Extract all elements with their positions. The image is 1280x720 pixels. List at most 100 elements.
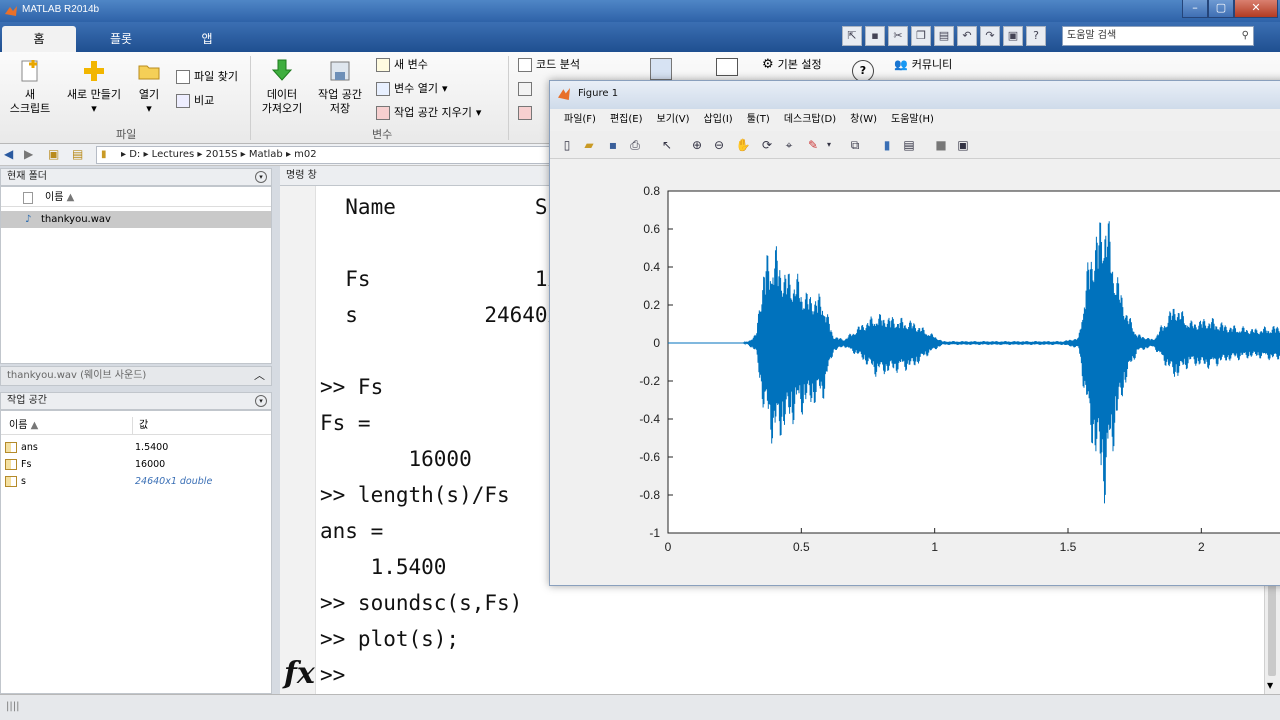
new-script-button[interactable]: 새 스크립트 — [6, 58, 54, 116]
table-row[interactable]: ans 1.5400 — [3, 439, 269, 456]
minimize-button[interactable]: – — [1182, 0, 1208, 18]
figure-title-bar[interactable]: Figure 1 — [550, 81, 1280, 109]
import-data-button[interactable]: 데이터 가져오기 — [258, 58, 306, 116]
path-segment[interactable]: Lectures — [152, 149, 195, 160]
save-workspace-button[interactable]: 작업 공간 저장 — [312, 58, 368, 116]
new-script-label-2: 스크립트 — [9, 102, 51, 115]
chevron-down-icon: ▾ — [441, 82, 448, 95]
menu-edit[interactable]: 편집(E) — [604, 109, 651, 131]
help-button[interactable]: ? — [852, 60, 874, 82]
open-file-icon[interactable]: ▰ — [580, 136, 598, 154]
legend-icon[interactable]: ▤ — [900, 136, 918, 154]
find-files-button[interactable]: 파일 찾기 — [176, 70, 238, 84]
list-item[interactable]: ♪ thankyou.wav — [1, 211, 271, 228]
y-tick-label: 0.4 — [643, 260, 660, 274]
zoom-in-icon[interactable]: ⊕ — [688, 136, 706, 154]
pan-hand-icon[interactable]: ✋ — [734, 136, 752, 154]
y-tick-label: 0.2 — [643, 298, 660, 312]
switch-windows-icon[interactable]: ▣ — [1003, 26, 1023, 46]
colorbar-icon[interactable]: ▮ — [878, 136, 896, 154]
save-workspace-icon — [330, 61, 350, 81]
scroll-down-icon[interactable]: ▼ — [1267, 681, 1273, 690]
data-cursor-icon[interactable]: ⌖ — [780, 136, 798, 154]
print-icon[interactable]: ⎙ — [626, 136, 644, 154]
function-browser-icon[interactable]: fx — [284, 656, 315, 691]
back-icon[interactable]: ◀ — [4, 147, 13, 161]
new-variable-button[interactable]: 새 변수 — [376, 58, 428, 72]
tab-home[interactable]: 홈 — [2, 26, 76, 52]
menu-help[interactable]: 도움말(H) — [885, 109, 942, 131]
menu-view[interactable]: 보기(V) — [651, 109, 698, 131]
panel-menu-icon[interactable]: ▾ — [255, 395, 267, 407]
clear-commands-button[interactable] — [518, 106, 532, 120]
run-time-button[interactable] — [518, 82, 532, 96]
menu-window[interactable]: 창(W) — [844, 109, 885, 131]
maximize-button[interactable]: ▢ — [1208, 0, 1234, 18]
copy-icon[interactable]: ❐ — [911, 26, 931, 46]
zoom-out-icon[interactable]: ⊖ — [710, 136, 728, 154]
shortcut-icon[interactable]: ⇱ — [842, 26, 862, 46]
forward-icon[interactable]: ▶ — [24, 147, 33, 161]
rotate-3d-icon[interactable]: ⟳ — [758, 136, 776, 154]
path-segment[interactable]: D: — [129, 149, 140, 160]
command-prompt[interactable]: >> — [320, 664, 358, 686]
save-icon[interactable]: ▪ — [604, 136, 622, 154]
paste-icon[interactable]: ▤ — [934, 26, 954, 46]
analyze-code-button[interactable]: 코드 분석 — [518, 58, 580, 72]
community-button[interactable]: 👥 커뮤니티 — [894, 58, 952, 72]
chevron-down-icon[interactable]: ▾ — [820, 136, 838, 154]
help-icon[interactable]: ? — [1026, 26, 1046, 46]
chevron-up-icon[interactable]: ︿ — [254, 367, 265, 385]
path-segment[interactable]: Matlab — [249, 149, 283, 160]
column-header-name[interactable]: 이름 ▲ — [1, 189, 271, 207]
column-header-name[interactable]: 이름 ▲ — [1, 417, 133, 435]
redo-icon[interactable]: ↷ — [980, 26, 1000, 46]
resize-grip-icon: |||| — [6, 701, 20, 712]
new-figure-icon[interactable]: ▯ — [558, 136, 576, 154]
link-plot-icon[interactable]: ⧉ — [846, 136, 864, 154]
preferences-button[interactable]: ⚙ 기본 설정 — [762, 58, 822, 72]
figure-window[interactable]: Figure 1 파일(F) 편집(E) 보기(V) 삽입(I) 툴(T) 데스… — [549, 80, 1280, 586]
path-arrow-icon: ▸ — [143, 149, 152, 160]
menu-insert[interactable]: 삽입(I) — [698, 109, 741, 131]
table-row[interactable]: s 24640x1 double — [3, 473, 269, 490]
open-button[interactable]: 열기 ▾ — [130, 58, 168, 116]
pointer-icon[interactable]: ↖ — [658, 136, 676, 154]
save-icon[interactable]: ▪ — [865, 26, 885, 46]
open-variable-label: 변수 열기 — [394, 82, 438, 95]
y-tick-label: -0.6 — [639, 450, 660, 464]
tab-plots[interactable]: 플롯 — [80, 26, 162, 52]
layout-icon — [716, 58, 738, 76]
panel-menu-icon[interactable]: ▾ — [255, 171, 267, 183]
undo-icon[interactable]: ↶ — [957, 26, 977, 46]
figure-canvas[interactable]: -1 -0.8 -0.6 -0.4 -0.2 0 0.2 0.4 0.6 0.8 0 0.5 1 1.5 2 — [550, 159, 1280, 585]
search-input[interactable]: 도움말 검색 ⚲ — [1062, 26, 1254, 46]
simulink-button[interactable] — [650, 58, 672, 80]
clear-workspace-button[interactable]: 작업 공간 지우기 ▾ — [376, 106, 481, 120]
path-segment[interactable]: m02 — [294, 149, 316, 160]
column-header-value[interactable]: 값 — [133, 417, 271, 435]
matlab-logo-icon — [5, 6, 17, 16]
hide-plot-tools-icon[interactable]: ■ — [932, 136, 950, 154]
menu-file[interactable]: 파일(F) — [558, 109, 604, 131]
table-row[interactable]: Fs 16000 — [3, 456, 269, 473]
variable-value: 1.5400 — [135, 442, 169, 453]
layout-button[interactable] — [716, 58, 738, 76]
cut-icon[interactable]: ✂ — [888, 26, 908, 46]
variable-name: Fs — [21, 459, 32, 470]
gear-icon: ⚙ — [762, 57, 774, 72]
show-plot-tools-icon[interactable]: ▣ — [954, 136, 972, 154]
browse-folder-icon[interactable]: ▤ — [72, 147, 83, 161]
menu-tools[interactable]: 툴(T) — [741, 109, 778, 131]
new-button[interactable]: 새로 만들기 ▾ — [62, 58, 126, 116]
open-variable-icon — [376, 82, 390, 96]
current-folder-path[interactable]: ▮ ▸ D: ▸ Lectures ▸ 2015S ▸ Matlab ▸ m02 — [96, 146, 556, 164]
menu-desktop[interactable]: 데스크탑(D) — [778, 109, 844, 131]
close-button[interactable]: ✕ — [1234, 0, 1278, 18]
tab-apps[interactable]: 앱 — [166, 26, 248, 52]
up-folder-icon[interactable]: ▣ — [48, 147, 59, 161]
path-segment[interactable]: 2015S — [206, 149, 238, 160]
compare-button[interactable]: 비교 — [176, 94, 214, 108]
open-variable-button[interactable]: 변수 열기 ▾ — [376, 82, 448, 96]
waveform-plot[interactable]: -1 -0.8 -0.6 -0.4 -0.2 0 0.2 0.4 0.6 0.8 0 0.5 1 1.5 2 — [550, 159, 1280, 585]
